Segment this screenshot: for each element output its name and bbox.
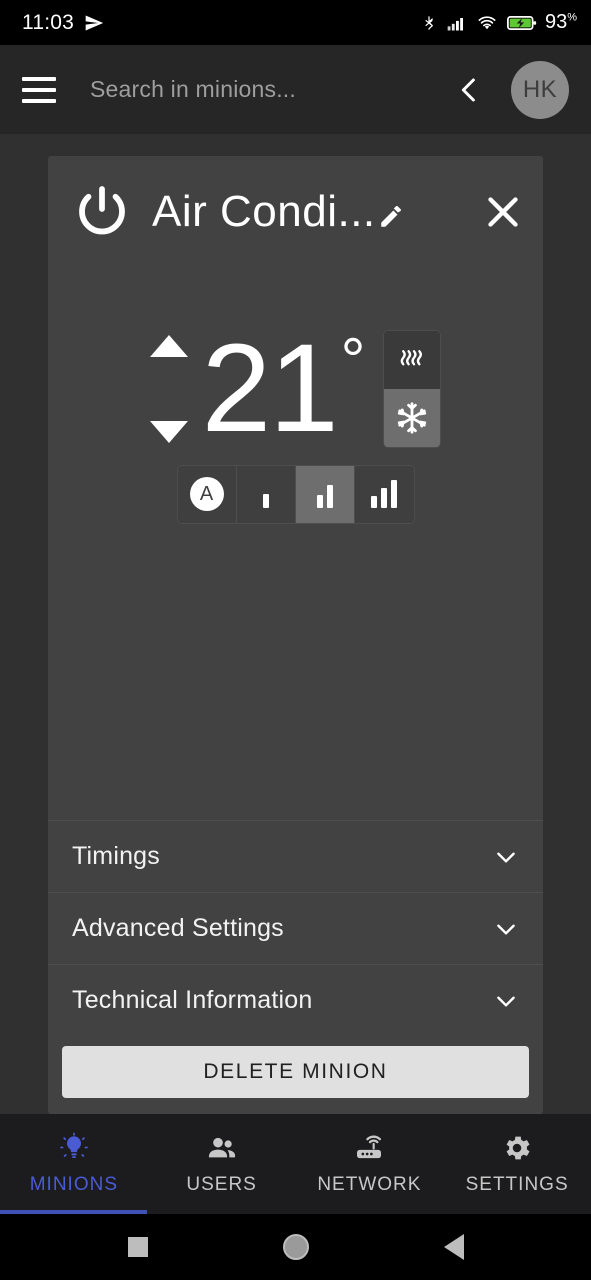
- signal-bars-1-icon: [262, 480, 269, 509]
- avatar-initials: HK: [522, 75, 558, 103]
- active-tab-indicator: [0, 1210, 147, 1214]
- section-timings-label: Timings: [72, 842, 160, 870]
- minion-detail-card: Air Condi... 21° A Timings Advanced Sett…: [48, 156, 543, 1114]
- send-icon: [85, 15, 104, 30]
- back-button[interactable]: [449, 70, 489, 110]
- square-recents-icon[interactable]: [127, 1237, 148, 1257]
- android-navigation-bar: [0, 1214, 591, 1280]
- avatar[interactable]: HK: [511, 60, 569, 119]
- fan-speed-medium-button[interactable]: [295, 465, 355, 523]
- mode-heat-button[interactable]: [384, 331, 441, 390]
- bluetooth-icon: [425, 15, 433, 30]
- phone-screen: 11:03 93% Search in minions... HK Air Co…: [0, 0, 591, 1280]
- mode-cool-button[interactable]: [384, 389, 441, 448]
- app-bar: HK: [0, 45, 591, 134]
- section-advanced-settings-label: Advanced Settings: [72, 914, 284, 942]
- fan-speed-low-button[interactable]: [236, 465, 296, 523]
- battery-charging-icon: [506, 15, 537, 30]
- section-technical-information[interactable]: Technical Information: [48, 964, 543, 1036]
- close-icon[interactable]: [483, 192, 523, 232]
- snowflake-icon: [398, 402, 427, 434]
- lightbulb-icon: [60, 1132, 88, 1158]
- status-bar-right: 93%: [421, 11, 577, 34]
- auto-circle-icon: A: [189, 477, 224, 512]
- temperature-decrease-button[interactable]: [149, 421, 188, 444]
- card-spacer: [48, 524, 543, 820]
- status-bar-clock: 11:03: [22, 10, 74, 34]
- wifi-icon: [478, 15, 496, 29]
- circle-home-icon[interactable]: [282, 1234, 309, 1260]
- nav-item-network-label: NETWORK: [317, 1174, 422, 1195]
- battery-percentage: 93%: [544, 11, 577, 33]
- chevron-down-icon: [497, 996, 515, 1007]
- fan-speed-control: A: [48, 464, 543, 524]
- nav-item-settings-label: SETTINGS: [465, 1174, 569, 1195]
- pencil-edit-icon[interactable]: [378, 204, 404, 230]
- status-bar-left: 11:03: [22, 11, 104, 35]
- main-content: Air Condi... 21° A Timings Advanced Sett…: [0, 134, 591, 1114]
- triangle-back-icon[interactable]: [443, 1234, 464, 1260]
- minion-title: Air Condi...: [152, 187, 376, 236]
- section-advanced-settings[interactable]: Advanced Settings: [48, 892, 543, 964]
- degree-symbol: °: [340, 326, 366, 395]
- fan-speed-group: A: [176, 464, 415, 524]
- nav-item-users-label: USERS: [186, 1174, 257, 1195]
- people-icon: [208, 1137, 235, 1158]
- temperature-readout: 21°: [202, 326, 366, 451]
- nav-item-settings[interactable]: SETTINGS: [443, 1114, 591, 1214]
- hamburger-menu-icon[interactable]: [22, 76, 56, 103]
- nav-item-minions[interactable]: MINIONS: [0, 1114, 148, 1214]
- nav-item-network[interactable]: NETWORK: [296, 1114, 444, 1214]
- gear-icon: [506, 1136, 530, 1160]
- fan-speed-auto-button[interactable]: A: [177, 465, 237, 523]
- cellular-signal-icon: [447, 17, 463, 30]
- fan-auto-label: A: [199, 482, 214, 505]
- signal-bars-2-icon: [316, 480, 333, 509]
- section-timings[interactable]: Timings: [48, 820, 543, 892]
- chevron-down-icon: [497, 924, 515, 935]
- status-bar: 11:03 93%: [0, 0, 591, 45]
- nav-item-users[interactable]: USERS: [148, 1114, 296, 1214]
- delete-minion-button[interactable]: DELETE MINION: [62, 1046, 529, 1098]
- signal-bars-3-icon: [371, 480, 397, 509]
- router-icon: [357, 1135, 382, 1159]
- power-icon[interactable]: [72, 182, 132, 242]
- fan-speed-high-button[interactable]: [354, 465, 414, 523]
- section-technical-information-label: Technical Information: [72, 986, 313, 1014]
- search-input[interactable]: [90, 76, 449, 103]
- temperature-steppers: [149, 335, 188, 444]
- heat-waves-icon: [400, 350, 423, 366]
- chevron-down-icon: [497, 852, 515, 863]
- temperature-increase-button[interactable]: [149, 335, 188, 358]
- thermostat-control: 21°: [48, 326, 543, 451]
- delete-button-wrapper: DELETE MINION: [48, 1036, 543, 1114]
- chevron-left-icon: [461, 78, 475, 101]
- card-header: Air Condi...: [48, 156, 543, 242]
- temperature-value: 21: [201, 319, 339, 458]
- nav-item-minions-label: MINIONS: [29, 1174, 119, 1195]
- mode-selector: [383, 330, 442, 449]
- bottom-navigation: MINIONS USERS NETWORK SETTINGS: [0, 1114, 591, 1214]
